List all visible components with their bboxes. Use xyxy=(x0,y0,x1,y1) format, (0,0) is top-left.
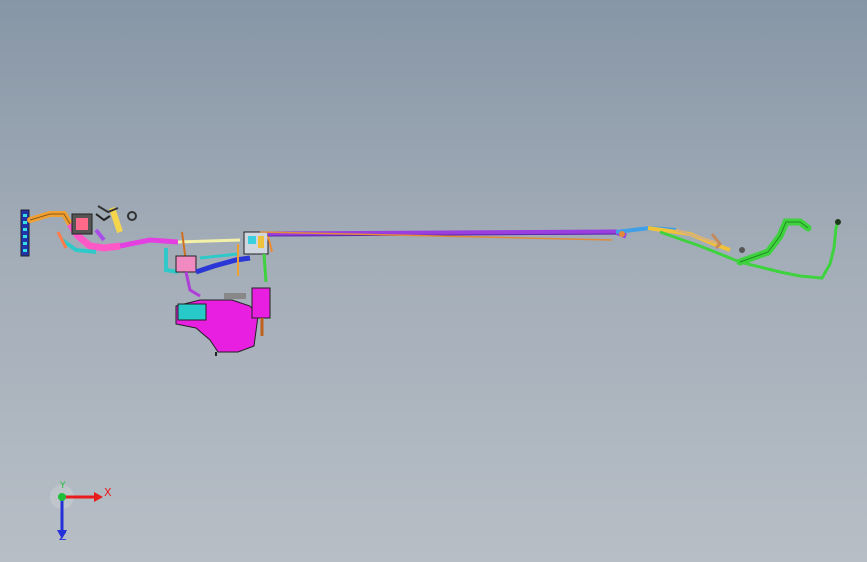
z-axis-label: Z xyxy=(59,530,67,543)
rear-connector-cluster[interactable] xyxy=(619,226,745,264)
x-axis-label: X xyxy=(104,486,112,499)
y-axis-label: Y xyxy=(60,481,66,491)
coordinate-triad: X Y Z xyxy=(40,478,120,548)
filler-pipe-orange[interactable] xyxy=(27,211,73,227)
middle-junction-assembly[interactable] xyxy=(164,231,273,298)
main-fuel-lines[interactable] xyxy=(259,225,677,241)
graphics-viewport[interactable]: X Y Z xyxy=(0,0,867,562)
left-bracket-rail[interactable] xyxy=(20,209,30,257)
magenta-fuel-tank[interactable] xyxy=(175,287,271,356)
fuel-line-assembly-model[interactable] xyxy=(0,0,867,562)
rear-filler-tube-green[interactable] xyxy=(736,218,841,280)
front-valve-cluster[interactable] xyxy=(56,205,179,254)
